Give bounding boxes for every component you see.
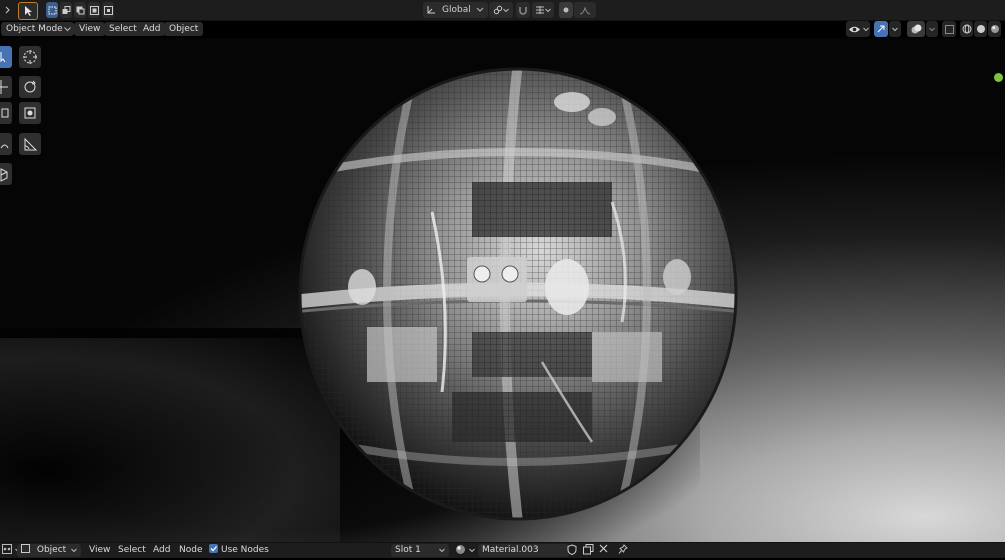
chevron-down-icon	[439, 548, 445, 553]
gizmo-toggle[interactable]	[874, 21, 888, 37]
duplicate-material-button[interactable]	[583, 544, 594, 557]
chevron-down-icon	[71, 548, 77, 553]
slot-label: Slot 1	[395, 545, 421, 555]
proportional-edit-toggle[interactable]	[559, 2, 573, 18]
use-nodes-label: Use Nodes	[221, 545, 269, 555]
measure-tool[interactable]	[19, 133, 41, 155]
chevron-down-icon	[476, 7, 484, 12]
select-difference-icon[interactable]	[88, 2, 100, 18]
transform-icon	[24, 107, 36, 119]
select-extend-icon[interactable]	[60, 2, 72, 18]
close-icon	[599, 544, 608, 553]
cursor-target-icon	[23, 50, 37, 64]
copy-icon	[583, 544, 594, 555]
scale-icon	[1, 108, 9, 118]
shader-type-dropdown[interactable]: Object	[17, 544, 81, 557]
overlays-icon	[911, 24, 921, 33]
floor-highlight	[0, 338, 340, 542]
material-name-field[interactable]: Material.003	[478, 544, 569, 557]
object-icon	[21, 544, 30, 553]
gizmo-y-axis-dot[interactable]	[994, 73, 1003, 82]
menu-select[interactable]: Select	[104, 22, 142, 36]
overlays-toggle[interactable]	[907, 21, 925, 37]
use-nodes-checkbox[interactable]: Use Nodes	[209, 544, 269, 557]
falloff-dropdown[interactable]	[574, 2, 596, 18]
eye-icon	[848, 26, 860, 32]
tweak-tool-icon[interactable]	[18, 2, 38, 20]
proportional-edit-icon	[563, 7, 569, 13]
shading-wireframe[interactable]	[960, 21, 973, 37]
object-mode-label: Object Mode	[6, 24, 63, 34]
rotate-tool[interactable]	[19, 76, 41, 98]
slot-dropdown[interactable]: Slot 1	[391, 544, 449, 557]
select-new-icon[interactable]	[46, 2, 58, 18]
measure-icon	[24, 137, 38, 151]
move-icon	[0, 80, 8, 94]
cursor-icon	[0, 52, 6, 63]
select-intersect-icon[interactable]	[102, 2, 114, 18]
pin-icon	[618, 544, 628, 554]
unlink-material-button[interactable]	[599, 544, 608, 557]
snap-target-dropdown[interactable]	[532, 2, 554, 18]
snap-grid-icon	[536, 6, 544, 14]
rotate-icon	[24, 80, 36, 93]
greeble-sphere[interactable]	[292, 62, 744, 522]
transform-tool[interactable]	[19, 102, 41, 124]
footer-menu-select[interactable]: Select	[118, 544, 146, 557]
cursor-tool[interactable]	[19, 46, 41, 68]
material-name: Material.003	[482, 545, 539, 555]
solid-sphere-icon	[976, 25, 985, 33]
footer-menu-node[interactable]: Node	[179, 544, 203, 557]
editor-type-button[interactable]	[2, 2, 16, 18]
shield-icon	[567, 544, 577, 556]
visibility-dropdown[interactable]	[846, 21, 870, 37]
shader-type-label: Object	[36, 545, 67, 555]
falloff-curve-icon	[579, 5, 591, 14]
add-cube-tool[interactable]	[0, 163, 12, 185]
select-box-tool[interactable]	[0, 46, 12, 68]
checkbox-checked-icon	[209, 544, 218, 553]
menu-add[interactable]: Add	[138, 22, 166, 36]
footer-menu-add[interactable]: Add	[153, 544, 170, 557]
menu-object[interactable]: Object	[164, 22, 204, 36]
shading-material[interactable]	[988, 21, 1001, 37]
gizmo-icon	[877, 25, 885, 33]
cube-icon	[0, 168, 8, 182]
snap-toggle[interactable]	[516, 2, 530, 18]
viewport-header: Global	[0, 0, 1005, 21]
link-icon	[493, 5, 503, 15]
select-subtract-icon[interactable]	[74, 2, 86, 18]
wireframe-sphere-icon	[962, 24, 971, 34]
material-sphere-icon	[990, 25, 999, 33]
move-tool[interactable]	[0, 76, 12, 98]
3d-viewport[interactable]	[0, 38, 1005, 542]
xray-toggle[interactable]	[942, 21, 956, 37]
object-mode-dropdown[interactable]: Object Mode	[1, 22, 74, 36]
material-sphere-icon	[456, 545, 465, 554]
annotate-tool[interactable]	[0, 133, 12, 155]
fake-user-button[interactable]	[567, 544, 577, 557]
scale-tool[interactable]	[0, 102, 12, 124]
chevron-down-icon	[64, 27, 71, 32]
menu-view[interactable]: View	[74, 22, 106, 36]
node-editor-icon	[2, 544, 12, 554]
annotate-icon	[0, 144, 9, 149]
shader-editor-header: Object View Select Add Node Use Nodes Sl…	[0, 542, 1005, 558]
footer-menu-view[interactable]: View	[89, 544, 110, 557]
magnet-icon	[519, 7, 527, 15]
transform-orientation-label: Global	[442, 5, 471, 15]
shading-solid[interactable]	[974, 21, 987, 37]
material-browse-button[interactable]	[455, 544, 475, 557]
overlays-dropdown[interactable]	[926, 21, 938, 37]
orientation-icon	[427, 6, 435, 14]
pin-button[interactable]	[618, 544, 628, 557]
pivot-point-dropdown[interactable]	[489, 2, 513, 18]
gizmo-dropdown[interactable]	[889, 21, 901, 37]
xray-icon	[944, 24, 954, 34]
transform-orientation-dropdown[interactable]: Global	[423, 2, 488, 18]
